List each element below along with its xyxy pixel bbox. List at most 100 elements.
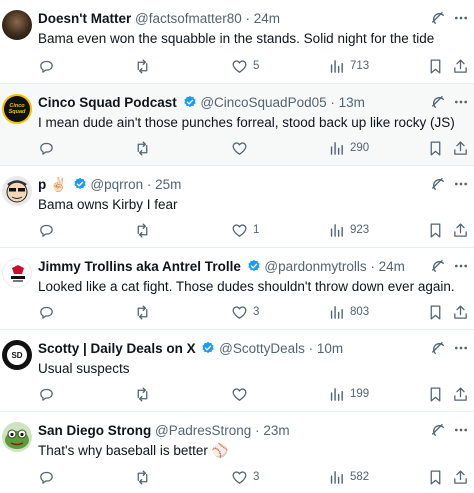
display-name[interactable]: Jimmy Trollins aka Antrel Trolle (38, 259, 241, 274)
baseball-emoji: ⚾ (211, 443, 229, 458)
grok-icon[interactable] (430, 10, 446, 26)
more-icon[interactable] (452, 94, 470, 110)
tweet[interactable]: p ✌🏻 @pqrron · 25m Bama owns Kirby I fea… (0, 166, 474, 248)
reply-icon (40, 306, 53, 319)
share-button[interactable] (452, 467, 469, 487)
tweet[interactable]: San Diego Strong @PadresStrong · 23m Tha… (0, 412, 474, 493)
tweet[interactable]: Cinco Squad Cinco Squad Podcast @CincoSq… (0, 84, 474, 166)
timestamp[interactable]: 13m (339, 95, 365, 110)
display-name[interactable]: San Diego Strong (38, 423, 151, 438)
views-icon (330, 387, 343, 401)
bookmark-button[interactable] (427, 302, 444, 322)
more-icon[interactable] (452, 176, 470, 192)
like-button[interactable]: 5 (231, 56, 259, 76)
heart-icon (232, 387, 247, 401)
like-button[interactable]: 1 (231, 220, 259, 240)
avatar[interactable] (2, 176, 32, 206)
views-icon (330, 223, 343, 237)
share-button[interactable] (452, 138, 469, 158)
avatar[interactable] (2, 10, 32, 40)
retweet-icon (137, 222, 148, 238)
views-icon (330, 470, 343, 484)
timestamp[interactable]: 24m (379, 259, 405, 274)
name-emoji: ✌🏻 (50, 177, 67, 192)
views-button[interactable]: 199 (328, 384, 369, 404)
tweet[interactable]: SD Scotty | Daily Deals on X @ScottyDeal… (0, 330, 474, 412)
handle[interactable]: @pardonmytrolls (264, 259, 366, 274)
retweet-button[interactable] (134, 467, 156, 487)
grok-icon[interactable] (430, 258, 446, 274)
handle[interactable]: @factsofmatter80 (135, 11, 242, 26)
views-button[interactable]: 803 (328, 302, 369, 322)
display-name[interactable]: Cinco Squad Podcast (38, 95, 177, 110)
more-icon[interactable] (452, 340, 470, 356)
reply-button[interactable] (38, 56, 60, 76)
separator-dot: · (370, 259, 375, 274)
like-button[interactable] (231, 138, 253, 158)
reply-button[interactable] (38, 220, 60, 240)
reply-button[interactable] (38, 302, 60, 322)
handle[interactable]: @CincoSquadPod05 (200, 95, 326, 110)
grok-icon[interactable] (430, 176, 446, 192)
display-name[interactable]: p (38, 177, 46, 192)
bookmark-button[interactable] (427, 138, 444, 158)
share-icon (454, 140, 467, 155)
like-button[interactable] (231, 384, 253, 404)
views-button[interactable]: 582 (328, 467, 369, 487)
retweet-button[interactable] (134, 138, 156, 158)
action-bar: 1 923 (0, 220, 474, 240)
timestamp[interactable]: 10m (317, 341, 343, 356)
share-button[interactable] (452, 302, 469, 322)
reply-button[interactable] (38, 384, 60, 404)
tweet[interactable]: Doesn't Matter @factsofmatter80 · 24m Ba… (0, 0, 474, 84)
handle[interactable]: @ScottyDeals (219, 341, 305, 356)
handle[interactable]: @pqrron (90, 177, 143, 192)
timestamp[interactable]: 25m (155, 177, 181, 192)
handle[interactable]: @PadresStrong (155, 423, 251, 438)
grok-icon[interactable] (430, 422, 446, 438)
like-count: 3 (253, 306, 260, 318)
share-button[interactable] (452, 56, 469, 76)
retweet-icon (137, 386, 148, 402)
retweet-button[interactable] (134, 384, 156, 404)
retweet-button[interactable] (134, 56, 156, 76)
avatar[interactable] (2, 422, 32, 452)
avatar[interactable]: SD (2, 340, 32, 370)
bookmark-button[interactable] (427, 220, 444, 240)
verified-badge-icon (73, 177, 86, 190)
like-button[interactable]: 3 (231, 467, 259, 487)
verified-badge-icon (202, 341, 215, 354)
views-button[interactable]: 290 (328, 138, 369, 158)
heart-icon (232, 141, 247, 155)
more-icon[interactable] (452, 258, 470, 274)
retweet-button[interactable] (134, 220, 156, 240)
retweet-button[interactable] (134, 302, 156, 322)
more-icon[interactable] (452, 422, 470, 438)
heart-icon (232, 59, 247, 73)
reply-button[interactable] (38, 467, 60, 487)
action-bar: 3 582 (0, 467, 474, 487)
grok-icon[interactable] (430, 340, 446, 356)
bookmark-button[interactable] (427, 56, 444, 76)
like-button[interactable]: 3 (231, 302, 259, 322)
more-icon[interactable] (452, 10, 470, 26)
bookmark-button[interactable] (427, 384, 444, 404)
grok-icon[interactable] (430, 94, 446, 110)
tweet[interactable]: Jimmy Trollins aka Antrel Trolle @pardon… (0, 248, 474, 330)
bookmark-button[interactable] (427, 467, 444, 487)
views-button[interactable]: 923 (328, 220, 369, 240)
reply-icon (40, 471, 53, 484)
timestamp[interactable]: 23m (263, 423, 289, 438)
views-count: 803 (350, 306, 370, 318)
display-name[interactable]: Doesn't Matter (38, 11, 131, 26)
views-button[interactable]: 713 (328, 56, 369, 76)
timestamp[interactable]: 24m (254, 11, 280, 26)
avatar[interactable] (2, 258, 32, 288)
avatar[interactable]: Cinco Squad (2, 94, 32, 124)
reply-button[interactable] (38, 138, 60, 158)
display-name[interactable]: Scotty | Daily Deals on X (38, 341, 196, 356)
share-button[interactable] (452, 220, 469, 240)
share-button[interactable] (452, 384, 469, 404)
share-icon (454, 469, 467, 484)
separator-dot: · (255, 423, 260, 438)
